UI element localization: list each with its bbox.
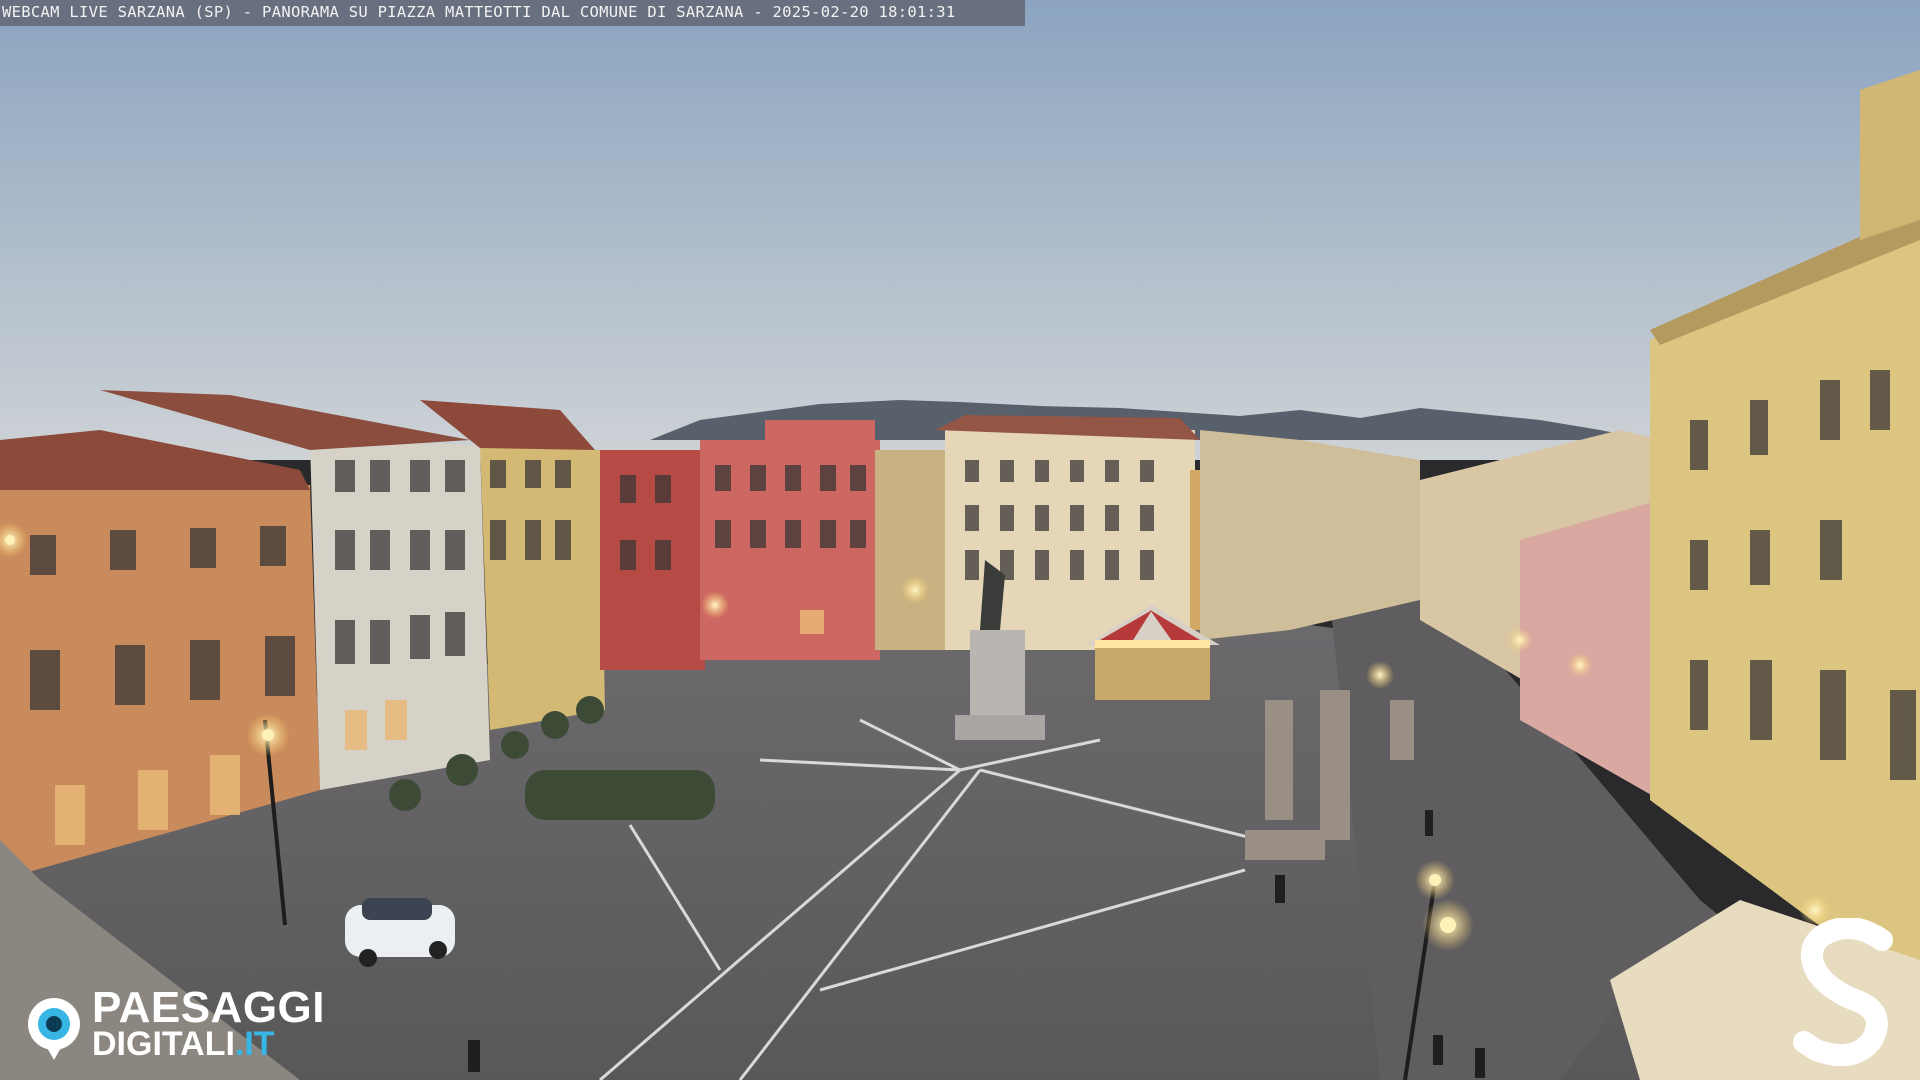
webcam-frame: WEBCAM LIVE SARZANA (SP) - PANORAMA SU P… — [0, 0, 1920, 1080]
logo-word-digitali: DIGITALI.IT — [92, 1026, 275, 1062]
building-pink-top — [765, 420, 875, 450]
sky — [0, 0, 1920, 460]
logo-word-digitali-text: DIGITALI — [92, 1025, 235, 1063]
logo-suffix-it: .IT — [234, 1025, 275, 1063]
logo-word-paesaggi: PAESAGGI — [92, 983, 326, 1032]
paesaggi-digitali-logo[interactable]: PAESAGGI DIGITALI.IT — [24, 986, 334, 1066]
camera-lens-icon — [28, 998, 80, 1060]
building-right-yellow — [1650, 220, 1920, 1000]
building-beige — [875, 450, 950, 650]
police-car — [345, 898, 455, 967]
tower-right — [1860, 70, 1920, 240]
letter-s-logo-icon — [1793, 918, 1893, 1067]
building-red — [600, 450, 705, 670]
webcam-title-overlay: WEBCAM LIVE SARZANA (SP) - PANORAMA SU P… — [0, 0, 1025, 26]
piazza-scene — [0, 0, 1920, 1080]
